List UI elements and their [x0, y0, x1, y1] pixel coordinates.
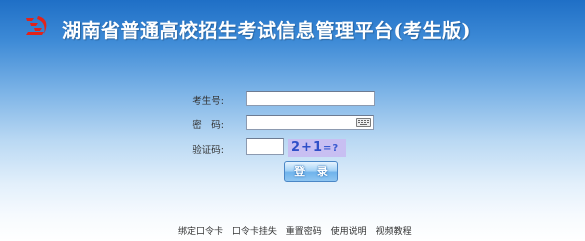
password-input[interactable] [246, 115, 374, 130]
captcha-input[interactable] [246, 138, 284, 155]
captcha-suffix: =? [322, 143, 340, 154]
reset-password-link[interactable]: 重置密码 [286, 227, 322, 237]
login-button[interactable]: 登 录 [284, 161, 338, 182]
captcha-label: 验证码: [192, 145, 224, 156]
exam-no-input[interactable] [246, 91, 375, 106]
captcha-image[interactable]: 2+1=? [288, 139, 346, 157]
report-token-card-lost-link[interactable]: 口令卡挂失 [232, 227, 277, 237]
exam-no-label: 考生号: [192, 96, 224, 107]
login-form: 考生号: 密 码: 验证码: 2+1=? 登 录 [0, 0, 585, 241]
video-tutorial-link[interactable]: 视频教程 [376, 227, 412, 237]
captcha-question: 2+1 [291, 140, 323, 155]
bind-token-card-link[interactable]: 绑定口令卡 [178, 227, 223, 237]
soft-keyboard-icon[interactable] [356, 118, 371, 127]
user-guide-link[interactable]: 使用说明 [331, 227, 367, 237]
password-label: 密 码: [192, 120, 224, 131]
footer-links: 绑定口令卡 口令卡挂失 重置密码 使用说明 视频教程 [178, 224, 418, 237]
